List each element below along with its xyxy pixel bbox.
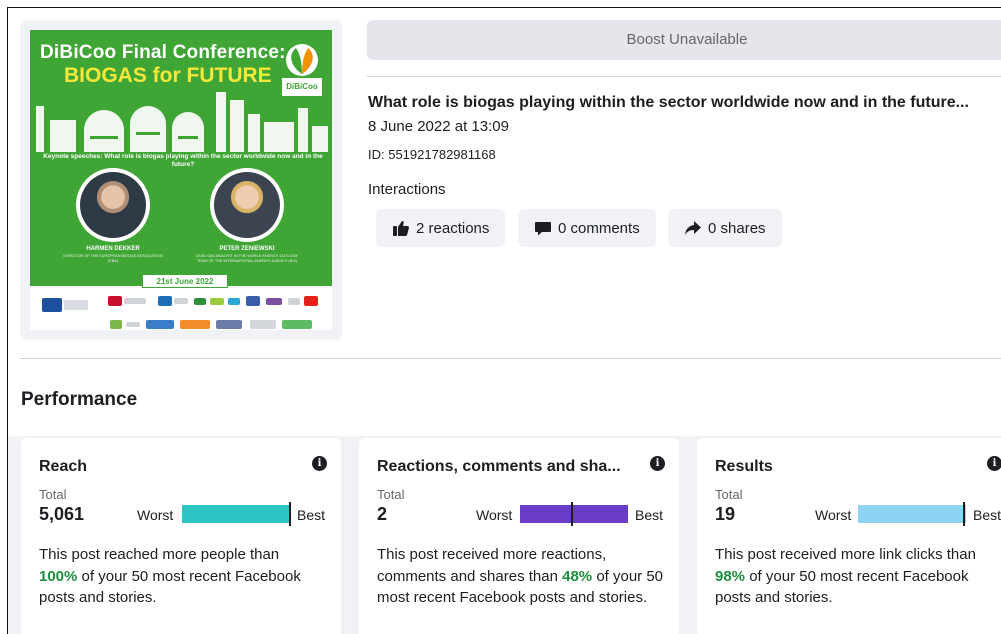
comments-count: 0 comments (558, 219, 640, 237)
poster-title-line2: BIOGAS for FUTURE (64, 64, 272, 87)
percentile-bar (858, 505, 966, 523)
total-value: 5,061 (39, 504, 85, 524)
interactions-label: Interactions (368, 181, 446, 198)
total-value: 19 (715, 504, 736, 524)
shares-count: 0 shares (708, 219, 766, 237)
total-label: Total (377, 487, 405, 502)
card-description: This post received more reactions, comme… (377, 546, 664, 606)
boost-button[interactable]: Boost Unavailable (367, 20, 1001, 60)
speaker2-role: LEAD GAS ANALYST IN THE WORLD ENERGY OUT… (195, 254, 299, 263)
percentile-marker (962, 502, 965, 526)
percentile-bar (182, 505, 290, 523)
percentile-text: 48% (562, 567, 593, 585)
comments-chip[interactable]: 0 comments (518, 209, 656, 247)
worst-label: Worst (137, 507, 174, 523)
poster-title-line1: DiBiCoo Final Conference: (40, 42, 286, 63)
results-card: Results i Total 19 Worst Best This post … (697, 438, 1001, 634)
conference-poster: DiBiCoo Final Conference: BIOGAS for FUT… (30, 30, 332, 330)
card-description: This post reached more people than 100% … (39, 546, 301, 606)
percentile-marker (289, 502, 291, 526)
speaker2-photo (210, 168, 284, 242)
divider (20, 358, 1001, 359)
share-arrow-icon (685, 221, 701, 235)
percentile-bar (520, 505, 628, 523)
reactions-count: 2 reactions (416, 219, 490, 237)
percentile-text: 98% (715, 567, 746, 585)
poster-keynote-text: Keynote speeches: What role is biogas pl… (43, 153, 323, 168)
card-title: Results (715, 458, 773, 475)
best-label: Best (635, 507, 664, 523)
comment-icon (535, 222, 551, 236)
card-description: This post received more link clicks than… (715, 546, 976, 606)
percentile-text: 100% (39, 567, 78, 585)
total-label: Total (39, 487, 67, 502)
total-label: Total (715, 487, 743, 502)
engagement-card: Reactions, comments and sha... i Total 2… (359, 438, 679, 634)
speaker1-photo (76, 168, 150, 242)
biogas-plant-illustration (36, 92, 328, 152)
worst-label: Worst (815, 507, 852, 523)
reach-card: Reach i Total 5,061 Worst Best This post… (21, 438, 341, 634)
thumbs-up-icon (393, 221, 409, 236)
info-icon[interactable]: i (650, 456, 665, 471)
best-label: Best (297, 507, 326, 523)
best-label: Best (973, 507, 1001, 523)
card-title: Reactions, comments and sha... (377, 458, 621, 475)
speaker2-name: PETER ZENIEWSKI (219, 246, 275, 252)
info-icon[interactable]: i (312, 456, 327, 471)
shares-chip[interactable]: 0 shares (668, 209, 782, 247)
reactions-chip[interactable]: 2 reactions (376, 209, 506, 247)
speaker1-name: HARMEN DEKKER (86, 246, 140, 252)
poster-date: 21st June 2022 (142, 274, 228, 288)
poster-background: DiBiCoo Final Conference: BIOGAS for FUT… (30, 30, 332, 286)
info-icon[interactable]: i (987, 456, 1001, 471)
divider (367, 76, 1001, 77)
post-insights-window: DiBiCoo Final Conference: BIOGAS for FUT… (7, 7, 1001, 634)
speaker1-role: DIRECTOR OF THE EUROPEAN BIOGAS ASSOCIAT… (63, 254, 163, 263)
post-date: 8 June 2022 at 13:09 (368, 118, 509, 135)
card-title: Reach (39, 458, 88, 475)
post-thumbnail[interactable]: DiBiCoo Final Conference: BIOGAS for FUT… (20, 20, 342, 340)
performance-heading: Performance (21, 389, 138, 410)
post-title: What role is biogas playing within the s… (368, 94, 969, 111)
percentile-marker (570, 502, 573, 526)
total-value: 2 (377, 504, 388, 524)
post-id: ID: 551921782981168 (368, 147, 496, 162)
worst-label: Worst (476, 507, 513, 523)
